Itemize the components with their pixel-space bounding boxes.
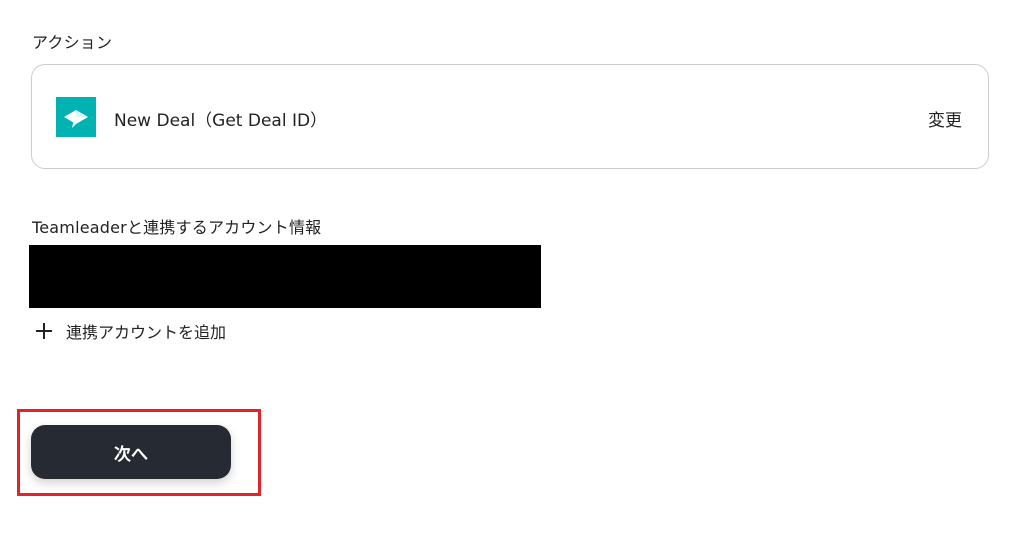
- teamleader-logo-icon: [56, 97, 96, 137]
- change-button[interactable]: 変更: [928, 106, 962, 131]
- account-section-label: Teamleaderと連携するアカウント情報: [32, 218, 322, 237]
- redacted-account-field[interactable]: [29, 245, 541, 308]
- add-account-button[interactable]: 連携アカウントを追加: [34, 319, 226, 343]
- action-card[interactable]: New Deal（Get Deal ID） 変更: [31, 64, 989, 169]
- add-account-label: 連携アカウントを追加: [66, 323, 227, 342]
- page: アクション New Deal（Get Deal ID） 変更 Teamleade…: [0, 0, 1032, 547]
- action-section-label: アクション: [32, 33, 113, 52]
- next-button[interactable]: 次へ: [31, 425, 231, 479]
- action-name: New Deal（Get Deal ID）: [114, 111, 328, 131]
- plus-icon: [34, 321, 54, 341]
